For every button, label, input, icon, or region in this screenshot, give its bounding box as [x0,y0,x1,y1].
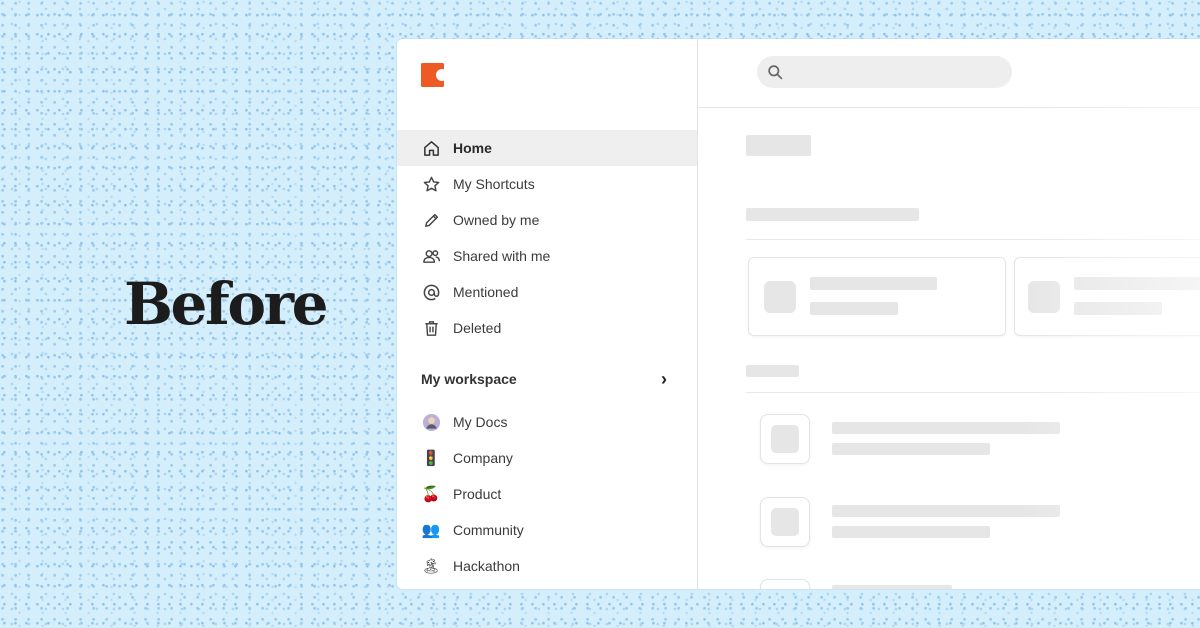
tile-placeholder [771,508,799,536]
section-heading-placeholder [746,208,919,221]
sidebar: Home My Shortcuts Owned by me Shared wit… [397,39,698,589]
card-subtitle-placeholder [810,302,898,315]
workspace-item-my-docs[interactable]: My Docs [397,404,697,440]
list-item-icon-tile[interactable] [760,414,810,464]
search-icon [768,64,783,79]
nav-owned-by-me-label: Owned by me [453,212,540,228]
list-item-title-placeholder [832,422,1060,434]
community-icon: 👥 [421,521,441,539]
pencil-icon [421,210,441,230]
star-icon [421,174,441,194]
workspace-item-hackathon-label: Hackathon [453,558,520,574]
top-bar [698,39,1200,108]
chevron-right-icon[interactable]: › [661,369,667,390]
app-window: Home My Shortcuts Owned by me Shared wit… [397,39,1200,589]
nav-mentioned-label: Mentioned [453,284,519,300]
workspace-item-community[interactable]: 👥 Community [397,512,697,548]
home-icon [421,138,441,158]
main-content [698,39,1200,589]
search-input[interactable] [790,63,994,81]
nav-home-label: Home [453,140,492,156]
nav-home[interactable]: Home [397,130,697,166]
list-item-subtitle-placeholder [832,443,990,455]
avatar [421,412,441,432]
workspace-item-company[interactable]: 🚦 Company [397,440,697,476]
people-icon [421,246,441,266]
list-item-icon-tile[interactable] [760,497,810,547]
section-divider [746,239,1200,240]
list-heading-placeholder [746,365,799,377]
list-divider [746,392,1200,393]
nav-deleted-label: Deleted [453,320,502,336]
workspace-title: My workspace [421,371,517,387]
workspace-header[interactable]: My workspace › [421,367,669,391]
at-icon [421,282,441,302]
list-item-subtitle-placeholder [832,526,990,538]
nav-my-shortcuts[interactable]: My Shortcuts [397,166,697,202]
nav-owned-by-me[interactable]: Owned by me [397,202,697,238]
nav-my-shortcuts-label: My Shortcuts [453,176,535,192]
tile-placeholder [771,425,799,453]
card-title-placeholder [1074,277,1200,290]
workspace-item-community-label: Community [453,522,524,538]
nav-mentioned[interactable]: Mentioned [397,274,697,310]
workspace-item-product-label: Product [453,486,502,502]
list-item-title-placeholder [832,585,952,589]
trash-icon [421,318,441,338]
card-thumbnail-placeholder [764,281,796,313]
nav-shared-with-me-label: Shared with me [453,248,551,264]
before-label: Before [124,270,329,338]
search-bar[interactable] [757,56,1012,88]
cherries-icon: 🍒 [421,485,441,503]
recent-card[interactable] [1014,257,1200,336]
recent-card[interactable] [748,257,1006,336]
card-subtitle-placeholder [1074,302,1162,315]
nav-shared-with-me[interactable]: Shared with me [397,238,697,274]
workspace-item-product[interactable]: 🍒 Product [397,476,697,512]
page-title-placeholder [746,135,811,156]
nav-deleted[interactable]: Deleted [397,310,697,346]
palm-island-icon: 🏝 [421,557,441,575]
list-item-title-placeholder [832,505,1060,517]
workspace-item-my-docs-label: My Docs [453,414,508,430]
app-logo-icon[interactable] [421,63,448,87]
traffic-light-icon: 🚦 [421,449,441,467]
card-thumbnail-placeholder [1028,281,1060,313]
workspace-item-hackathon[interactable]: 🏝 Hackathon [397,548,697,584]
workspace-item-company-label: Company [453,450,513,466]
card-title-placeholder [810,277,937,290]
list-item-icon-tile[interactable] [760,579,810,589]
